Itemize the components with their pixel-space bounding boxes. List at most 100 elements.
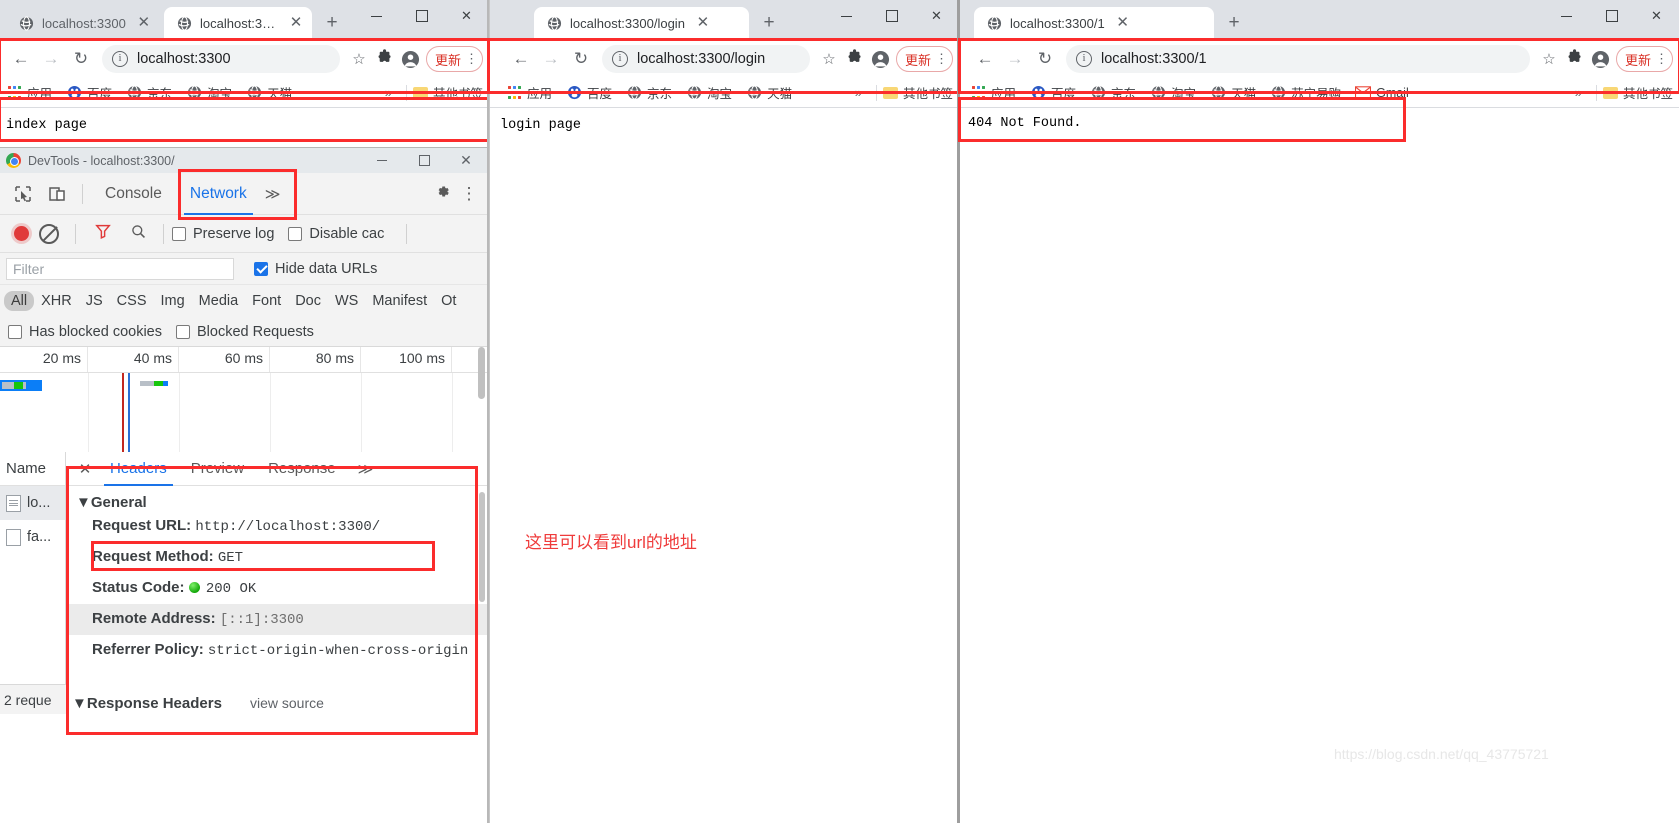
bookmark-item[interactable]: 苏宁易购 bbox=[1270, 83, 1341, 102]
forward-icon[interactable]: → bbox=[1000, 44, 1030, 74]
collapse-arrow-icon[interactable]: ▼ bbox=[76, 494, 91, 511]
resource-type-manifest[interactable]: Manifest bbox=[365, 291, 434, 311]
bookmark-item[interactable]: 天猫 bbox=[1210, 83, 1256, 102]
extensions-icon[interactable] bbox=[842, 49, 868, 69]
minimize-button[interactable] bbox=[824, 0, 869, 32]
forward-icon[interactable]: → bbox=[36, 44, 66, 74]
scrollbar-thumb[interactable] bbox=[478, 347, 485, 399]
profile-avatar-icon[interactable] bbox=[1588, 50, 1614, 69]
address-bar[interactable]: i localhost:3300/1 bbox=[1066, 45, 1530, 73]
new-tab-button[interactable]: + bbox=[755, 9, 783, 37]
filter-icon[interactable] bbox=[94, 222, 112, 245]
browser-tab-active[interactable]: localhost:3300/login ✕ bbox=[534, 7, 749, 40]
reload-icon[interactable]: ↻ bbox=[1030, 44, 1060, 74]
reload-icon[interactable]: ↻ bbox=[66, 44, 96, 74]
inspect-element-icon[interactable] bbox=[6, 177, 40, 211]
resource-type-js[interactable]: JS bbox=[79, 291, 110, 311]
update-button[interactable]: 更新 ⋮ bbox=[895, 46, 953, 72]
hide-data-urls-checkbox[interactable]: Hide data URLs bbox=[254, 261, 377, 277]
maximize-button[interactable] bbox=[403, 148, 445, 173]
device-toolbar-icon[interactable] bbox=[40, 177, 74, 211]
bookmark-star-icon[interactable]: ☆ bbox=[816, 50, 842, 68]
devtools-kebab-icon[interactable]: ⋮ bbox=[457, 184, 481, 204]
search-icon[interactable] bbox=[130, 223, 147, 245]
bookmark-apps[interactable]: 应用 bbox=[506, 83, 552, 102]
close-icon[interactable]: ✕ bbox=[136, 15, 152, 32]
other-bookmarks-label[interactable]: 其他书签 bbox=[433, 83, 483, 102]
bookmark-item[interactable]: 百度 bbox=[1030, 83, 1076, 102]
bookmark-item[interactable]: 淘宝 bbox=[1150, 83, 1196, 102]
devtools-tab-console[interactable]: Console bbox=[91, 173, 176, 215]
bookmark-item[interactable]: 天猫 bbox=[246, 83, 292, 102]
address-bar[interactable]: i localhost:3300 bbox=[102, 45, 340, 73]
site-info-icon[interactable]: i bbox=[1076, 51, 1092, 67]
clear-icon[interactable] bbox=[39, 223, 59, 244]
minimize-button[interactable] bbox=[354, 0, 399, 32]
close-window-button[interactable]: ✕ bbox=[1634, 0, 1679, 32]
profile-avatar-icon[interactable] bbox=[398, 50, 424, 69]
bookmark-item[interactable]: 京东 bbox=[1090, 83, 1136, 102]
devtools-tab-network[interactable]: Network bbox=[176, 173, 261, 215]
close-icon[interactable]: ✕ bbox=[72, 460, 98, 478]
extensions-icon[interactable] bbox=[1562, 49, 1588, 69]
update-button[interactable]: 更新 ⋮ bbox=[1615, 46, 1673, 72]
bookmark-apps[interactable]: 应用 bbox=[970, 83, 1016, 102]
maximize-button[interactable] bbox=[1589, 0, 1634, 32]
menu-kebab-icon[interactable]: ⋮ bbox=[935, 51, 948, 67]
minimize-button[interactable] bbox=[361, 148, 403, 173]
general-section-header[interactable]: ▼General bbox=[66, 494, 487, 511]
other-bookmarks-label[interactable]: 其他书签 bbox=[903, 83, 953, 102]
browser-tab-active[interactable]: localhost:3300/1 ✕ bbox=[974, 7, 1214, 40]
filter-input[interactable]: Filter bbox=[6, 257, 234, 280]
resource-type-font[interactable]: Font bbox=[245, 291, 288, 311]
close-window-button[interactable]: ✕ bbox=[914, 0, 959, 32]
menu-kebab-icon[interactable]: ⋮ bbox=[465, 51, 478, 67]
bookmark-item[interactable]: 京东 bbox=[126, 83, 172, 102]
request-row[interactable]: lo... bbox=[0, 486, 65, 520]
reload-icon[interactable]: ↻ bbox=[566, 44, 596, 74]
close-window-button[interactable]: ✕ bbox=[445, 148, 487, 173]
extensions-icon[interactable] bbox=[372, 49, 398, 69]
minimize-button[interactable] bbox=[1544, 0, 1589, 32]
resource-type-other[interactable]: Ot bbox=[434, 291, 463, 311]
bookmark-item[interactable]: 淘宝 bbox=[686, 83, 732, 102]
back-icon[interactable]: ← bbox=[6, 44, 36, 74]
disable-cache-checkbox[interactable]: Disable cac bbox=[288, 226, 384, 242]
collapse-arrow-icon[interactable]: ▼ bbox=[72, 695, 87, 712]
view-source-link[interactable]: view source bbox=[250, 695, 324, 711]
bookmark-star-icon[interactable]: ☆ bbox=[346, 50, 372, 68]
bookmark-star-icon[interactable]: ☆ bbox=[1536, 50, 1562, 68]
resource-type-doc[interactable]: Doc bbox=[288, 291, 328, 311]
browser-tab-active[interactable]: localhost:3300 ✕ bbox=[164, 7, 312, 40]
bookmark-item[interactable]: Gmail bbox=[1355, 85, 1409, 101]
detail-tab-response[interactable]: Response bbox=[256, 452, 348, 486]
close-icon[interactable]: ✕ bbox=[695, 15, 711, 32]
update-button[interactable]: 更新 ⋮ bbox=[425, 46, 483, 72]
request-row[interactable]: fa... bbox=[0, 520, 65, 554]
browser-tab[interactable]: localhost:3300 ✕ bbox=[6, 7, 164, 40]
bookmarks-overflow-icon[interactable]: » bbox=[1567, 85, 1590, 100]
column-header-name[interactable]: Name bbox=[0, 452, 65, 486]
site-info-icon[interactable]: i bbox=[112, 51, 128, 67]
address-bar[interactable]: i localhost:3300/login bbox=[602, 45, 810, 73]
menu-kebab-icon[interactable]: ⋮ bbox=[1655, 51, 1668, 67]
blocked-requests-checkbox[interactable]: Blocked Requests bbox=[176, 324, 314, 340]
resource-type-css[interactable]: CSS bbox=[110, 291, 154, 311]
maximize-button[interactable] bbox=[869, 0, 914, 32]
other-bookmarks-label[interactable]: 其他书签 bbox=[1623, 83, 1673, 102]
resource-type-all[interactable]: All bbox=[4, 291, 35, 311]
bookmark-item[interactable]: 天猫 bbox=[746, 83, 792, 102]
resource-type-ws[interactable]: WS bbox=[328, 291, 365, 311]
close-icon[interactable]: ✕ bbox=[288, 15, 304, 32]
gear-icon[interactable] bbox=[427, 183, 457, 205]
detail-tab-preview[interactable]: Preview bbox=[179, 452, 256, 486]
bookmark-item[interactable]: 百度 bbox=[566, 83, 612, 102]
bookmarks-overflow-icon[interactable]: » bbox=[847, 85, 870, 100]
record-button[interactable] bbox=[14, 226, 29, 241]
detail-overflow-icon[interactable]: ≫ bbox=[354, 460, 378, 478]
back-icon[interactable]: ← bbox=[506, 44, 536, 74]
bookmark-item[interactable]: 淘宝 bbox=[186, 83, 232, 102]
new-tab-button[interactable]: + bbox=[1220, 9, 1248, 37]
close-window-button[interactable]: ✕ bbox=[444, 0, 489, 32]
resource-type-xhr[interactable]: XHR bbox=[34, 291, 79, 311]
